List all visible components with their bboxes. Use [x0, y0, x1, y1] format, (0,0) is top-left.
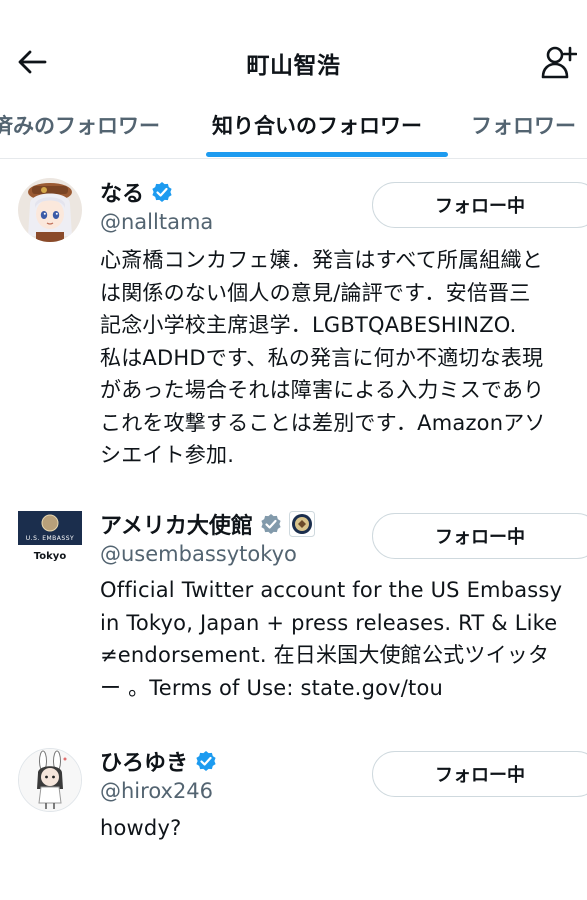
bio-line: 私はADHDです、私の発言に何か不適切な表現	[100, 345, 544, 370]
user-handle: @usembassytokyo	[100, 542, 297, 566]
name-row: ひろゆき	[100, 745, 218, 777]
bio-line: シエイト参加.	[100, 443, 235, 467]
us-seal-icon	[288, 511, 315, 537]
user-bio: 心斎橋コンカフェ嬢．発言はすべて所属組織と は関係のない個人の意見/論評です．安…	[100, 244, 586, 472]
tab-followers-you-know[interactable]: 知り合いのフォロワー	[212, 110, 422, 140]
add-user-icon	[541, 46, 577, 79]
bio-line: ≠endorsement. 在日米国大使館公式ツイッタ	[100, 643, 550, 667]
blue-verified-badge-icon	[152, 182, 172, 202]
add-user-button[interactable]	[539, 42, 579, 82]
user-bio: howdy?	[100, 812, 586, 845]
bio-line: Official Twitter account for the US Emba…	[100, 578, 563, 602]
display-name[interactable]: アメリカ大使館	[100, 508, 253, 540]
name-row: なる	[100, 176, 174, 208]
following-button[interactable]: フォロー中	[372, 751, 587, 797]
following-button[interactable]: フォロー中	[372, 513, 587, 559]
name-row: アメリカ大使館	[100, 508, 315, 540]
avatar[interactable]	[18, 178, 82, 242]
anime-girl-avatar-icon	[18, 178, 82, 242]
bio-line: 記念小学校主席退学．LGBTQABESHINZO.	[100, 313, 517, 337]
blue-verified-badge-icon	[196, 751, 216, 771]
gray-verified-badge-icon	[261, 514, 281, 534]
user-handle: @hirox246	[100, 779, 214, 803]
display-name[interactable]: なる	[100, 176, 144, 208]
top-bar: 町山智浩	[0, 0, 587, 100]
bio-line: ー 。Terms of Use: state.gov/tou	[100, 675, 444, 700]
user-bio: Official Twitter account for the US Emba…	[100, 574, 586, 704]
logo-text-city: Tokyo	[33, 551, 67, 562]
follower-tabs: 済みのフォロワー 知り合いのフォロワー フォロワー	[0, 100, 587, 159]
bio-line: これを攻撃することは差別です．Amazonアソ	[100, 410, 546, 435]
tab-verified-followers[interactable]: 済みのフォロワー	[0, 110, 160, 140]
following-button[interactable]: フォロー中	[372, 182, 587, 228]
active-tab-indicator	[206, 152, 448, 157]
bio-line: 心斎橋コンカフェ嬢．発言はすべて所属組織と	[100, 248, 543, 272]
bunny-ear-character-avatar-icon	[19, 749, 81, 811]
bio-line: in Tokyo, Japan + press releases. RT & L…	[100, 610, 558, 635]
display-name[interactable]: ひろゆき	[100, 745, 188, 777]
bio-line: は関係のない個人の意見/論評です．安倍晋三	[100, 280, 531, 305]
avatar[interactable]	[18, 748, 82, 812]
tab-followers[interactable]: フォロワー	[471, 110, 576, 140]
bio-line: howdy?	[100, 816, 182, 840]
bio-line: があった場合それは障害による入力ミスであり	[100, 378, 545, 402]
page-title: 町山智浩	[246, 53, 341, 79]
user-handle: @nalltama	[100, 210, 214, 234]
logo-text-embassy: U.S. EMBASSY	[25, 535, 75, 542]
avatar[interactable]: U.S. EMBASSY Tokyo	[18, 511, 82, 569]
